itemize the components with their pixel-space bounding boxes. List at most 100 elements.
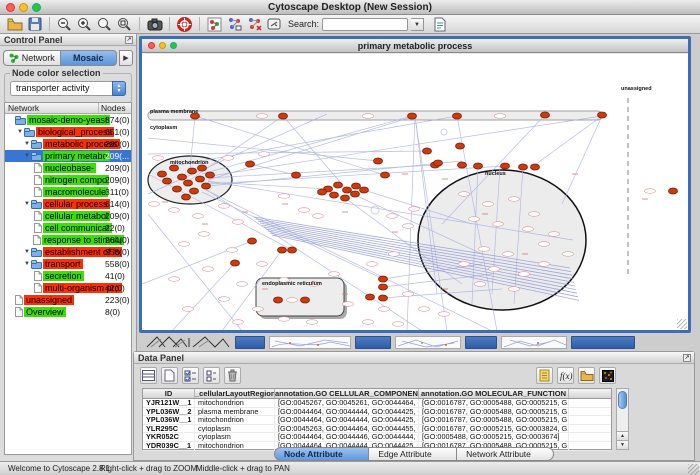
- graph-node[interactable]: [246, 161, 255, 167]
- tree-row[interactable]: mosaic-demo-yeast874(0): [5, 114, 131, 126]
- graph-node[interactable]: [366, 294, 375, 300]
- minimized-window-thumb[interactable]: [395, 336, 461, 349]
- graph-node[interactable]: [188, 168, 197, 174]
- minimized-window[interactable]: [465, 336, 497, 349]
- graph-node[interactable]: [173, 186, 182, 192]
- graph-node[interactable]: [301, 297, 310, 303]
- graph-node[interactable]: [351, 191, 360, 197]
- table-row[interactable]: YLR295Ccytoplasm[GO:0045263, GO:0044464,…: [143, 425, 611, 434]
- zoom-selected-icon[interactable]: [96, 16, 113, 32]
- scroll-up-icon[interactable]: ▲: [617, 431, 628, 440]
- minimized-window-thumb[interactable]: [269, 336, 351, 349]
- tab-node-attribute-browser[interactable]: Node Attribute Browser: [274, 447, 369, 461]
- tab-network-attribute-browser[interactable]: Network Attribute Browser: [457, 447, 554, 461]
- graph-node[interactable]: [501, 163, 510, 169]
- minimized-window[interactable]: [235, 336, 265, 349]
- graph-node[interactable]: [408, 113, 417, 119]
- zoom-fit-icon[interactable]: [116, 16, 133, 32]
- graph-node[interactable]: [531, 164, 540, 170]
- node-color-dropdown[interactable]: transporter activity ▲▼: [10, 81, 126, 96]
- snapshot-camera-icon[interactable]: [146, 16, 163, 32]
- graph-node[interactable]: [288, 247, 297, 253]
- graph-node[interactable]: [202, 183, 211, 189]
- graph-node[interactable]: [196, 176, 205, 182]
- graph-node[interactable]: [360, 187, 369, 193]
- unselect-attributes-icon[interactable]: [203, 367, 220, 384]
- graph-node[interactable]: [379, 284, 388, 290]
- graph-node[interactable]: [352, 183, 361, 189]
- tree-row[interactable]: ▼biological_process651(0): [5, 126, 131, 138]
- graph-node[interactable]: [206, 172, 215, 178]
- tree-row[interactable]: cell communicat22(0): [5, 222, 131, 234]
- table-row[interactable]: YPL036W__2plasma membrane[GO:0044464, GO…: [143, 408, 611, 417]
- function-builder-icon[interactable]: f(x): [557, 367, 574, 384]
- tab-overflow-arrow-icon[interactable]: ▶: [119, 50, 133, 66]
- graph-node[interactable]: [379, 295, 388, 301]
- tree-row[interactable]: unassigned223(0): [5, 294, 131, 306]
- zoom-out-icon[interactable]: [56, 16, 73, 32]
- tree-row[interactable]: ▼transport558(0): [5, 258, 131, 270]
- tree-row[interactable]: cellular metabol209(0): [5, 210, 131, 222]
- tab-mosaic[interactable]: Mosaic: [61, 50, 118, 66]
- attribute-table-icon[interactable]: [140, 367, 157, 384]
- column-header[interactable]: annotation.GO CELLULAR_COMPONENT: [275, 389, 419, 398]
- tree-row[interactable]: ▼cellular process614(0): [5, 198, 131, 210]
- column-header[interactable]: ID: [143, 389, 195, 398]
- graph-node[interactable]: [423, 148, 432, 154]
- disclosure-triangle-icon[interactable]: ▼: [23, 261, 31, 267]
- tree-row[interactable]: ▼primary metabo209(...: [5, 150, 131, 162]
- search-input[interactable]: [322, 18, 408, 31]
- graph-node[interactable]: [231, 260, 240, 266]
- graph-node[interactable]: [163, 178, 172, 184]
- minimize-window-icon[interactable]: [19, 3, 28, 12]
- graph-node[interactable]: [541, 112, 550, 118]
- graph-node[interactable]: [292, 172, 301, 178]
- disclosure-triangle-icon[interactable]: ▼: [23, 141, 31, 147]
- graph-node[interactable]: [248, 238, 257, 244]
- tree-row[interactable]: macromolecule311(0): [5, 186, 131, 198]
- graph-node[interactable]: [278, 247, 287, 253]
- tree-col-network[interactable]: Network: [5, 103, 98, 113]
- graph-node[interactable]: [519, 164, 528, 170]
- plasma-membrane-region[interactable]: [148, 111, 602, 120]
- graph-node[interactable]: [182, 194, 191, 200]
- tab-network[interactable]: Network: [3, 50, 61, 66]
- destroy-network-icon[interactable]: [246, 16, 263, 32]
- graph-node[interactable]: [379, 276, 388, 282]
- graph-node[interactable]: [190, 188, 199, 194]
- graph-node[interactable]: [341, 195, 350, 201]
- disclosure-triangle-icon[interactable]: ▼: [23, 201, 31, 207]
- network-window-titlebar[interactable]: primary metabolic process: [142, 39, 688, 53]
- window-resize-grip[interactable]: [688, 464, 699, 475]
- tab-edge-attribute-browser[interactable]: Edge Attribute Browser: [369, 447, 457, 461]
- zoom-view-icon[interactable]: [170, 42, 177, 49]
- graph-node[interactable]: [158, 171, 167, 177]
- delete-attribute-trash-icon[interactable]: [224, 367, 241, 384]
- table-row[interactable]: YJR121W__1mitochondrion[GO:0045267, GO:0…: [143, 399, 611, 408]
- search-dropdown-icon[interactable]: ▼: [411, 18, 424, 31]
- close-window-icon[interactable]: [6, 3, 15, 12]
- view-resize-grip[interactable]: [677, 319, 687, 329]
- network-canvas[interactable]: plasma membrane cytoplasm mitochondrion …: [142, 54, 688, 330]
- tree-row[interactable]: Overview8(0): [5, 306, 131, 318]
- attribute-editor-icon[interactable]: [431, 16, 448, 32]
- minimized-window[interactable]: [355, 336, 391, 349]
- scrollbar-thumb[interactable]: [618, 391, 627, 409]
- apply-layout-icon[interactable]: [226, 16, 243, 32]
- notepad-icon[interactable]: [536, 367, 553, 384]
- graph-node[interactable]: [279, 113, 288, 119]
- table-scrollbar[interactable]: ▲ ▼: [616, 388, 629, 450]
- graph-node[interactable]: [178, 174, 187, 180]
- graph-node[interactable]: [434, 160, 443, 166]
- table-row[interactable]: YKR052Ccytoplasm[GO:0044464, GO:0044446,…: [143, 433, 611, 442]
- tree-row[interactable]: multi-organism pro42(0): [5, 282, 131, 294]
- import-attributes-folder-icon[interactable]: [578, 367, 595, 384]
- tree-row[interactable]: secretion41(0): [5, 270, 131, 282]
- close-view-icon[interactable]: [148, 42, 155, 49]
- minimized-window-thumb[interactable]: [501, 336, 567, 349]
- help-lifebuoy-icon[interactable]: [176, 16, 193, 32]
- tree-row[interactable]: ▼establishment of lo558(0): [5, 246, 131, 258]
- save-icon[interactable]: [26, 16, 43, 32]
- select-attributes-icon[interactable]: [182, 367, 199, 384]
- table-row[interactable]: YPL036W__1mitochondrion[GO:0044464, GO:0…: [143, 416, 611, 425]
